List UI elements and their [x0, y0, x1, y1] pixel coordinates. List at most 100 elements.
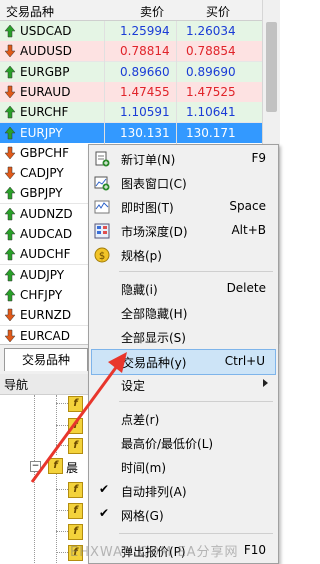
tree-branch	[56, 445, 68, 446]
tree-collapse-toggle[interactable]: −	[30, 461, 41, 472]
menu-item[interactable]: 即时图(T) Space	[91, 195, 276, 219]
menu-item-label: 全部隐藏(H)	[121, 307, 188, 321]
bid-price: 1.10591	[120, 105, 170, 120]
menu-item[interactable]: 最高价/最低价(L)	[91, 431, 276, 455]
price-up-arrow-icon	[4, 247, 16, 261]
price-down-arrow-icon	[4, 308, 16, 322]
ask-price: 1.26034	[186, 24, 236, 38]
market-watch-row[interactable]: USDCAD 1.25994 1.26034	[0, 21, 262, 43]
price-down-arrow-icon	[4, 146, 16, 160]
menu-item[interactable]: 设定	[91, 373, 276, 397]
menu-item[interactable]: ✔ 自动排列(A)	[91, 479, 276, 503]
bid-price: 1.25994	[120, 24, 170, 38]
market-watch-row[interactable]: AUDUSD 0.78814 0.78854	[0, 41, 262, 64]
symbol-name: USDCAD	[20, 24, 72, 38]
menu-item[interactable]: 新订单(N) F9	[91, 147, 276, 171]
tree-branch	[56, 510, 68, 511]
price-up-arrow-icon	[4, 186, 16, 200]
script-icon[interactable]: f	[68, 438, 83, 454]
price-up-arrow-icon	[4, 24, 16, 38]
price-down-arrow-icon	[4, 44, 16, 58]
menu-item-label: 即时图(T)	[121, 201, 174, 215]
script-icon[interactable]: f	[68, 503, 83, 519]
price-up-arrow-icon	[4, 126, 16, 140]
menu-item-label: 自动排列(A)	[121, 485, 187, 499]
price-up-arrow-icon	[4, 207, 16, 221]
price-down-arrow-icon	[4, 166, 16, 180]
script-icon[interactable]: f	[68, 482, 83, 498]
menu-item-shortcut: Delete	[226, 281, 266, 295]
column-divider	[104, 61, 105, 84]
menu-item[interactable]: $ 规格(p)	[91, 243, 276, 267]
menu-item[interactable]: 时间(m)	[91, 455, 276, 479]
menu-item-label: 网格(G)	[121, 509, 164, 523]
navigator-title: 导航	[4, 378, 29, 392]
market-watch-row[interactable]: EURGBP 0.89660 0.89690	[0, 61, 262, 84]
scrollbar-thumb[interactable]	[266, 22, 277, 112]
menu-item-label: 时间(m)	[121, 461, 167, 475]
folder-script-icon[interactable]: f	[48, 458, 63, 474]
menu-item[interactable]: ✔ 网格(G)	[91, 503, 276, 527]
price-down-arrow-icon	[4, 329, 16, 343]
ask-column-header[interactable]: 买价	[206, 3, 230, 20]
menu-item-shortcut: F9	[251, 151, 266, 165]
column-divider	[104, 102, 105, 125]
tab-symbols[interactable]: 交易品种	[4, 348, 88, 371]
menu-item[interactable]: 全部隐藏(H)	[91, 301, 276, 325]
menu-item[interactable]: 点差(r)	[91, 407, 276, 431]
price-up-arrow-icon	[4, 288, 16, 302]
symbol-name: CHFJPY	[20, 287, 63, 302]
specification-icon: $	[94, 247, 110, 263]
menu-item-label: 市场深度(D)	[121, 225, 188, 239]
menu-item[interactable]: 隐藏(i) Delete	[91, 277, 276, 301]
symbol-name: EURNZD	[20, 308, 72, 323]
menu-item-shortcut: Ctrl+U	[224, 354, 265, 368]
menu-item-label: 隐藏(i)	[121, 283, 158, 297]
ask-price: 0.78854	[186, 44, 236, 59]
menu-item-label: 设定	[121, 379, 146, 393]
symbol-name: EURAUD	[20, 84, 71, 99]
symbol-name: GBPJPY	[20, 186, 63, 201]
menu-item[interactable]: 市场深度(D) Alt+B	[91, 219, 276, 243]
depth-of-market-icon	[94, 223, 110, 239]
column-divider	[176, 21, 177, 43]
symbol-name: CADJPY	[20, 166, 64, 181]
bid-price: 0.78814	[120, 44, 170, 59]
symbol-name: AUDUSD	[20, 44, 72, 59]
folder-label[interactable]: 晨	[66, 459, 78, 476]
column-divider	[104, 41, 105, 64]
bid-price: 1.47455	[120, 84, 170, 99]
checkmark-icon: ✔	[99, 506, 110, 520]
bid-price: 0.89660	[120, 64, 170, 79]
script-icon[interactable]: f	[68, 418, 83, 434]
tree-line	[34, 395, 35, 563]
column-divider	[176, 122, 177, 145]
menu-item-shortcut: Space	[229, 199, 266, 213]
menu-item[interactable]: 交易品种(y) Ctrl+U	[91, 349, 276, 375]
symbol-name: EURCHF	[20, 105, 69, 120]
script-icon[interactable]: f	[68, 524, 83, 540]
menu-item-label: 点差(r)	[121, 413, 160, 427]
market-watch-row[interactable]: EURJPY 130.131 130.171	[0, 122, 262, 145]
market-watch-row[interactable]: EURAUD 1.47455 1.47525	[0, 81, 262, 104]
bid-column-header[interactable]: 卖价	[140, 3, 164, 20]
column-divider	[176, 41, 177, 64]
menu-separator	[119, 271, 273, 272]
column-divider	[104, 122, 105, 145]
market-watch-row[interactable]: EURCHF 1.10591 1.10641	[0, 102, 262, 125]
tree-branch	[56, 552, 68, 553]
price-up-arrow-icon	[4, 268, 16, 282]
menu-item-shortcut: F10	[243, 543, 266, 557]
context-menu: 新订单(N) F9 图表窗口(C) 即时图(T) Space 市场深度(D) Alt+B $ 规…	[88, 144, 279, 564]
tick-chart-icon	[94, 199, 110, 215]
symbol-name: AUDJPY	[20, 267, 65, 282]
menu-item[interactable]: 全部显示(S)	[91, 325, 276, 349]
symbol-name: AUDCHF	[20, 247, 71, 262]
menu-item[interactable]: 图表窗口(C)	[91, 171, 276, 195]
price-up-arrow-icon	[4, 65, 16, 79]
watermark: EHXWAN.COM EA分享网	[70, 545, 239, 560]
tree-branch	[56, 425, 68, 426]
submenu-arrow-icon	[263, 379, 268, 387]
script-icon[interactable]: f	[68, 396, 83, 412]
symbol-column-header[interactable]: 交易品种	[6, 3, 54, 20]
